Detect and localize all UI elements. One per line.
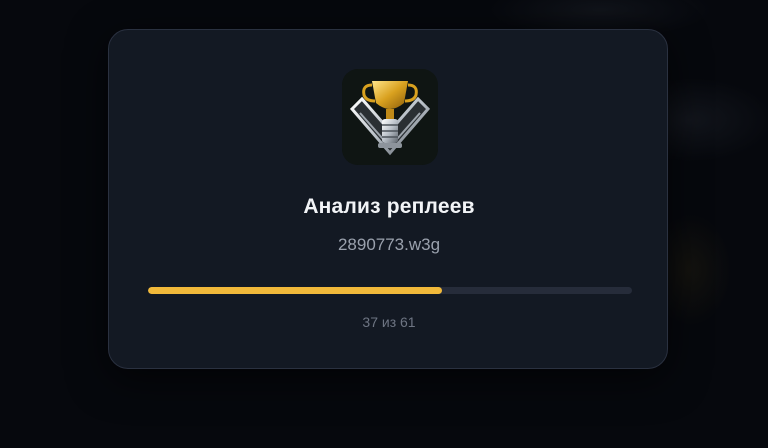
trophy-cup-icon: [342, 69, 438, 165]
progress-bar: [148, 287, 632, 294]
dialog-title: Анализ реплеев: [303, 195, 475, 218]
progress-bar-fill: [148, 287, 442, 294]
current-file-name: 2890773.w3g: [337, 235, 441, 254]
replay-analysis-dialog: Анализ реплеев 2890773.w3g 37 из 61: [108, 29, 668, 369]
progress-counter: 37 из 61: [362, 314, 416, 330]
